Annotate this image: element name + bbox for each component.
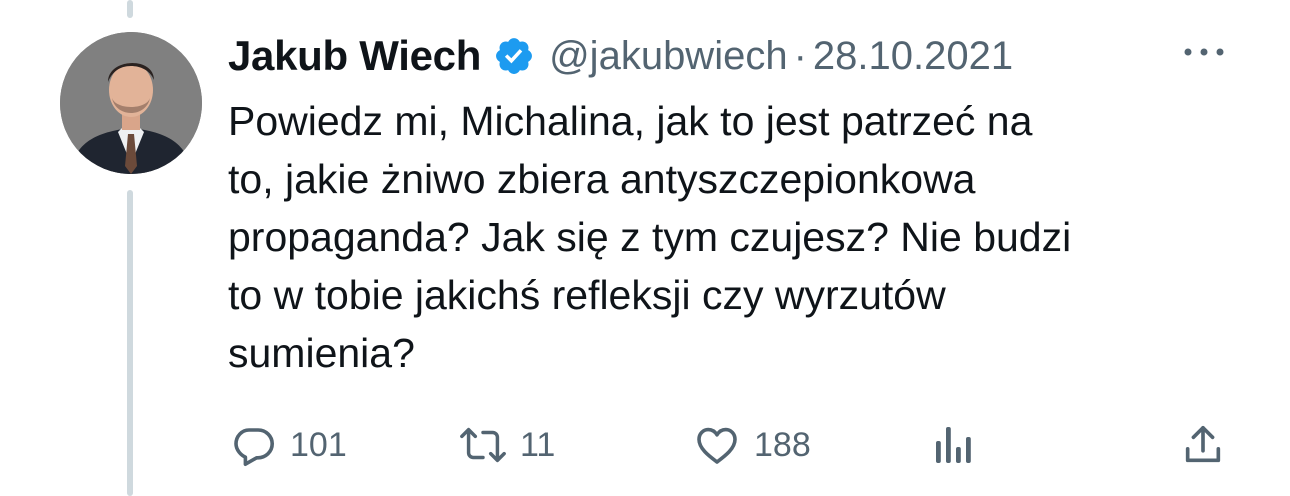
tweet-text: Powiedz mi, Michalina, jak to jest patrz…: [228, 92, 1228, 382]
tweet-date[interactable]: 28.10.2021: [813, 34, 1013, 79]
thread-line-top: [127, 0, 133, 18]
tweet-text-line: sumienia?: [228, 330, 415, 376]
tweet-text-line: propaganda? Jak się z tym czujesz? Nie b…: [228, 214, 1072, 260]
tweet-text-line: Powiedz mi, Michalina, jak to jest patrz…: [228, 98, 1033, 144]
reply-icon: [234, 428, 274, 466]
verified-badge-icon: [493, 35, 535, 77]
more-icon[interactable]: [1180, 40, 1228, 64]
like-button[interactable]: 188: [692, 420, 811, 470]
retweet-button[interactable]: 11: [458, 420, 555, 470]
share-button[interactable]: [1180, 420, 1226, 470]
views-button[interactable]: [930, 420, 974, 470]
reply-count: 101: [290, 425, 347, 464]
header-separator: ·: [793, 33, 807, 78]
retweet-count: 11: [520, 425, 556, 464]
like-count: 188: [754, 425, 811, 464]
tweet-actions: 101 11 188: [0, 420, 1290, 470]
tweet-text-line: to w tobie jakichś refleksji czy wyrzutó…: [228, 272, 946, 318]
tweet-text-line: to, jakie żniwo zbiera antyszczepionkowa: [228, 156, 976, 202]
share-icon: [1185, 425, 1221, 463]
avatar[interactable]: [60, 32, 202, 174]
like-icon: [697, 427, 737, 464]
reply-button[interactable]: 101: [230, 420, 347, 470]
views-icon: [936, 427, 971, 463]
tweet-header: Jakub Wiech @jakubwiech · 28.10.2021: [228, 28, 1013, 84]
retweet-icon: [460, 427, 506, 463]
author-handle[interactable]: @jakubwiech: [549, 34, 788, 79]
author-display-name[interactable]: Jakub Wiech: [228, 32, 481, 80]
